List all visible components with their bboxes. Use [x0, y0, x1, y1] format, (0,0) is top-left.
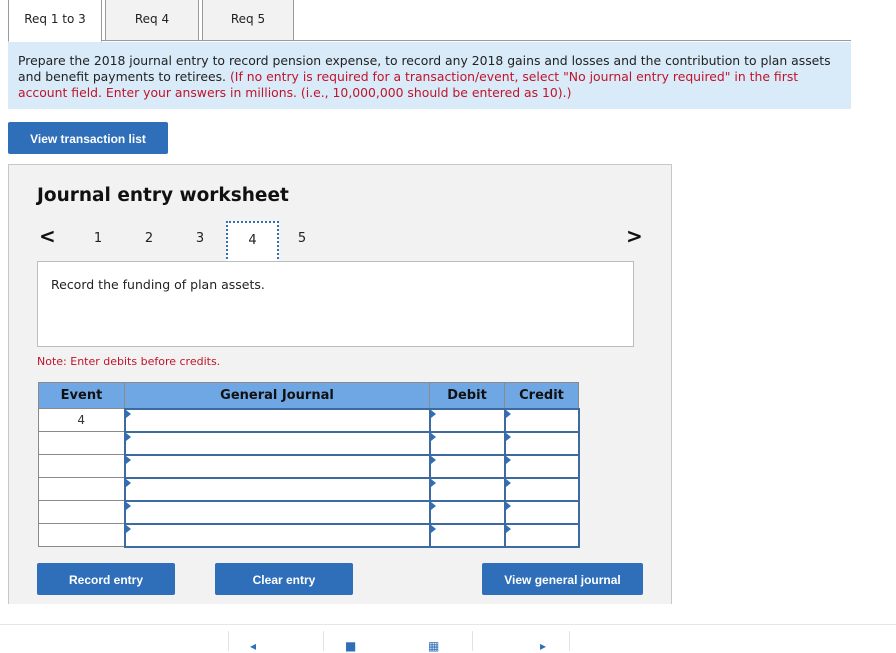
event-cell: [38, 523, 125, 547]
footer-divider: [323, 631, 324, 651]
table-row: 4: [38, 407, 580, 433]
footer-divider: [569, 631, 570, 651]
credit-input[interactable]: [503, 522, 580, 548]
tab-req-5[interactable]: Req 5: [202, 0, 294, 41]
previous-arrow-icon[interactable]: ◂: [250, 639, 256, 653]
account-select[interactable]: [123, 407, 431, 433]
table-row: [38, 522, 580, 548]
debit-input[interactable]: [428, 499, 506, 525]
table-row: [38, 453, 580, 479]
account-select[interactable]: [123, 476, 431, 502]
next-step-icon[interactable]: >: [626, 225, 643, 247]
table-row: [38, 499, 580, 525]
transaction-description: Record the funding of plan assets.: [37, 261, 634, 347]
account-select[interactable]: [123, 453, 431, 479]
clear-entry-button[interactable]: Clear entry: [215, 563, 353, 595]
account-select[interactable]: [123, 499, 431, 525]
step-5[interactable]: 5: [277, 221, 327, 263]
tab-req-4[interactable]: Req 4: [105, 0, 199, 41]
credit-input[interactable]: [503, 453, 580, 479]
view-transaction-list-button[interactable]: View transaction list: [8, 122, 168, 154]
step-4[interactable]: 4: [226, 221, 279, 263]
header-event: Event: [38, 382, 125, 409]
instructions-box: Prepare the 2018 journal entry to record…: [8, 42, 851, 109]
header-debit: Debit: [429, 382, 505, 409]
step-1[interactable]: 1: [73, 221, 123, 263]
journal-entry-worksheet-panel: Journal entry worksheet < 1 2 3 4 5 > Re…: [8, 164, 672, 604]
account-select[interactable]: [123, 430, 431, 456]
requirement-tabs: Req 1 to 3 Req 4 Req 5: [8, 0, 851, 42]
grid-menu-icon[interactable]: ▦: [428, 639, 439, 653]
account-select[interactable]: [123, 522, 431, 548]
next-arrow-icon[interactable]: ▸: [540, 639, 546, 653]
footer-divider: [228, 631, 229, 651]
debit-input[interactable]: [428, 407, 506, 433]
event-cell: [38, 477, 125, 501]
page-indicator-icon: ■: [345, 639, 357, 653]
header-credit: Credit: [504, 382, 579, 409]
journal-table: Event General Journal Debit Credit 4: [38, 382, 580, 548]
debit-input[interactable]: [428, 476, 506, 502]
previous-step-icon[interactable]: <: [39, 225, 56, 247]
debits-credits-note: Note: Enter debits before credits.: [37, 355, 221, 368]
credit-input[interactable]: [503, 407, 580, 433]
record-entry-button[interactable]: Record entry: [37, 563, 175, 595]
view-general-journal-button[interactable]: View general journal: [482, 563, 643, 595]
event-cell: 4: [38, 408, 125, 432]
event-cell: [38, 454, 125, 478]
transaction-description-text: Record the funding of plan assets.: [51, 277, 265, 292]
debit-input[interactable]: [428, 522, 506, 548]
event-cell: [38, 500, 125, 524]
step-2[interactable]: 2: [124, 221, 174, 263]
credit-input[interactable]: [503, 476, 580, 502]
table-row: [38, 476, 580, 502]
debit-input[interactable]: [428, 430, 506, 456]
debit-input[interactable]: [428, 453, 506, 479]
step-3[interactable]: 3: [175, 221, 225, 263]
worksheet-title: Journal entry worksheet: [37, 185, 289, 206]
event-cell: [38, 431, 125, 455]
footer-divider: [472, 631, 473, 651]
table-row: [38, 430, 580, 456]
credit-input[interactable]: [503, 430, 580, 456]
tab-req-1-to-3[interactable]: Req 1 to 3: [8, 0, 102, 42]
header-general-journal: General Journal: [124, 382, 430, 409]
bottom-navigation-bar: ◂ ■ ▦ ▸: [0, 624, 896, 653]
credit-input[interactable]: [503, 499, 580, 525]
